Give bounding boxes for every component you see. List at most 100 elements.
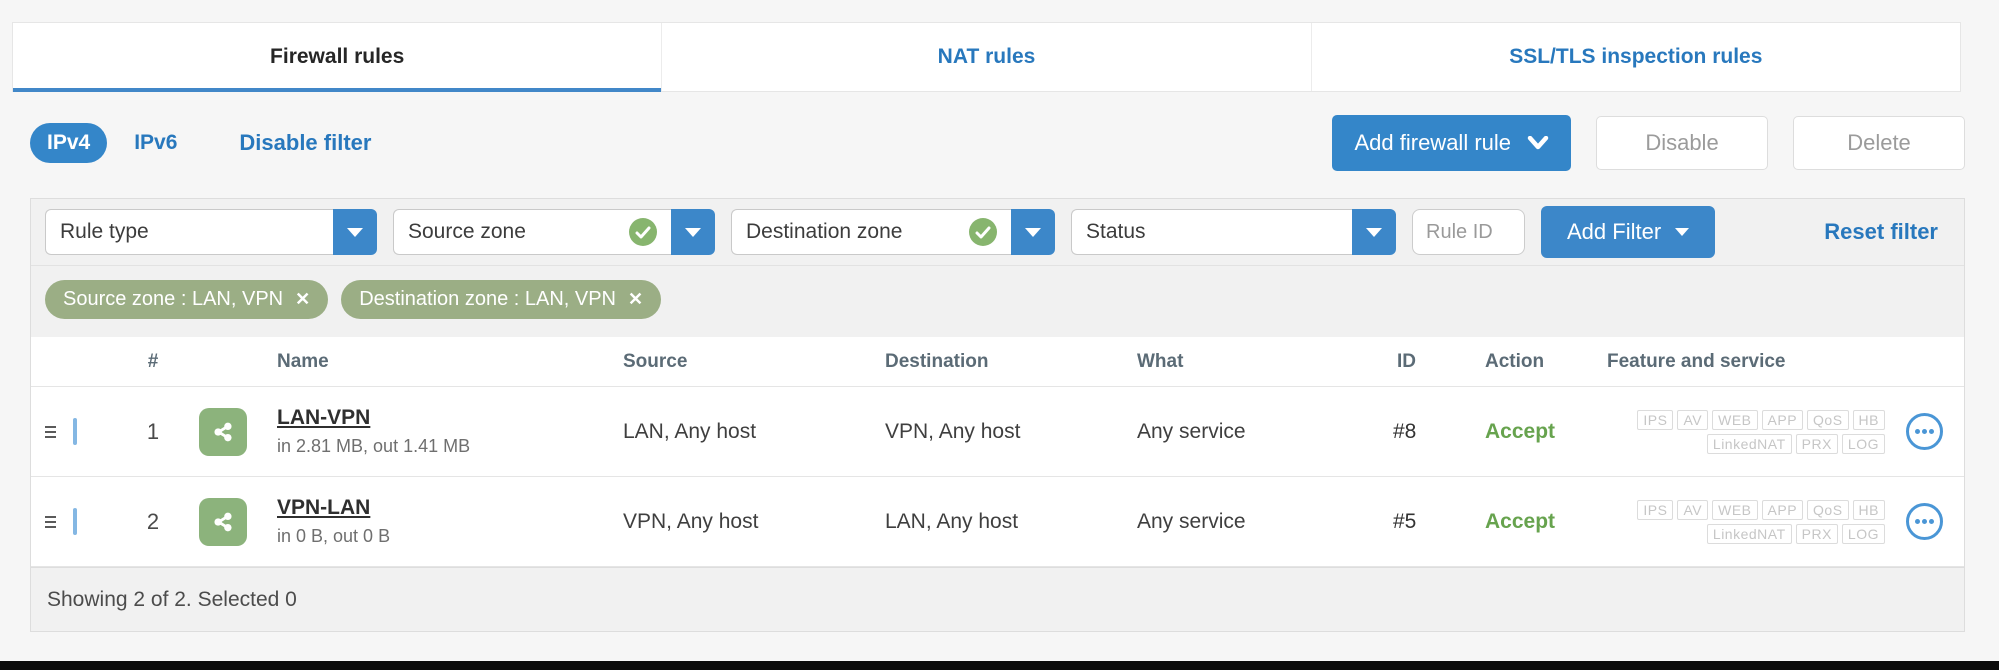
header-name: Name (263, 351, 623, 373)
feature-badges: IPS AV WEB APP QoS HB LinkedNAT PRX LOG (1585, 410, 1885, 454)
feature-badge: HB (1853, 500, 1885, 520)
destination-zone-filter: Destination zone (731, 209, 1055, 255)
destination-zone-chip[interactable]: Destination zone : LAN, VPN ✕ (341, 280, 661, 319)
caret-down-icon (1366, 228, 1382, 237)
rule-type-filter: Rule type (45, 209, 377, 255)
rule-type-select[interactable]: Rule type (45, 209, 333, 255)
feature-badge: HB (1853, 410, 1885, 430)
drag-handle-icon[interactable] (45, 426, 56, 438)
feature-badge: WEB (1712, 410, 1757, 430)
drag-handle-icon[interactable] (45, 516, 56, 528)
ipv6-toggle[interactable]: IPv6 (134, 131, 177, 155)
row-checkbox[interactable] (73, 508, 77, 535)
caret-down-icon (347, 228, 363, 237)
feature-badge: LOG (1842, 524, 1885, 544)
table-row: 2 VPN-LAN in 0 B, out 0 B VPN, Any host … (31, 477, 1964, 567)
add-filter-label: Add Filter (1567, 219, 1661, 245)
feature-badge: WEB (1712, 500, 1757, 520)
rule-type-tabs: Firewall rules NAT rules SSL/TLS inspect… (12, 22, 1961, 92)
rule-name-link[interactable]: VPN-LAN (277, 496, 370, 519)
status-select[interactable]: Status (1071, 209, 1352, 255)
disable-button[interactable]: Disable (1596, 116, 1768, 170)
close-icon[interactable]: ✕ (295, 289, 310, 310)
table-header: # Name Source Destination What ID Action… (31, 337, 1964, 387)
more-actions-icon[interactable] (1906, 413, 1943, 450)
source-zone-filter: Source zone (393, 209, 715, 255)
feature-badge: LOG (1842, 434, 1885, 454)
rule-what: Any service (1137, 420, 1389, 444)
close-icon[interactable]: ✕ (628, 289, 643, 310)
caret-down-icon (1025, 228, 1041, 237)
header-action: Action (1485, 351, 1585, 373)
status-filter: Status (1071, 209, 1396, 255)
tab-ssl-tls-inspection-rules[interactable]: SSL/TLS inspection rules (1311, 23, 1960, 91)
feature-badge: PRX (1796, 434, 1838, 454)
add-firewall-rule-button[interactable]: Add firewall rule (1332, 115, 1571, 171)
rule-what: Any service (1137, 510, 1389, 534)
destination-zone-label: Destination zone (746, 220, 902, 244)
check-circle-icon (969, 218, 997, 246)
source-zone-chip-label: Source zone : LAN, VPN (63, 288, 283, 311)
row-checkbox[interactable] (73, 418, 77, 445)
status-dropdown-button[interactable] (1352, 209, 1396, 255)
showing-count-text: Showing 2 of 2. Selected 0 (47, 588, 297, 612)
delete-button[interactable]: Delete (1793, 116, 1965, 170)
table-row: 1 LAN-VPN in 2.81 MB, out 1.41 MB LAN, A… (31, 387, 1964, 477)
header-destination: Destination (885, 351, 1137, 373)
add-firewall-rule-label: Add firewall rule (1354, 130, 1511, 156)
rule-source: VPN, Any host (623, 510, 885, 534)
filter-bar: Rule type Source zone Destination zone (31, 199, 1964, 265)
reset-filter-link[interactable]: Reset filter (1824, 219, 1938, 245)
feature-badge: PRX (1796, 524, 1838, 544)
tab-firewall-rules[interactable]: Firewall rules (13, 23, 661, 91)
chevron-down-icon (1527, 136, 1549, 150)
add-filter-button[interactable]: Add Filter (1541, 206, 1715, 258)
rule-name-link[interactable]: LAN-VPN (277, 406, 370, 429)
feature-badge: AV (1677, 410, 1708, 430)
network-rule-share-icon[interactable] (199, 408, 247, 456)
source-zone-dropdown-button[interactable] (671, 209, 715, 255)
network-rule-share-icon[interactable] (199, 498, 247, 546)
header-number: # (125, 351, 181, 373)
window-bottom-edge (0, 661, 1999, 670)
rule-traffic: in 2.81 MB, out 1.41 MB (277, 436, 623, 457)
header-feature-and-service: Feature and service (1585, 351, 1885, 373)
source-zone-select[interactable]: Source zone (393, 209, 671, 255)
row-number: 1 (125, 419, 181, 445)
ipv4-toggle[interactable]: IPv4 (30, 123, 107, 163)
destination-zone-dropdown-button[interactable] (1011, 209, 1055, 255)
destination-zone-select[interactable]: Destination zone (731, 209, 1011, 255)
toolbar: IPv4 IPv6 Disable filter Add firewall ru… (30, 112, 1965, 174)
rule-action: Accept (1485, 510, 1585, 534)
status-label: Status (1086, 220, 1146, 244)
check-circle-icon (629, 218, 657, 246)
rule-destination: LAN, Any host (885, 510, 1137, 534)
feature-badge: LinkedNAT (1707, 524, 1792, 544)
source-zone-chip[interactable]: Source zone : LAN, VPN ✕ (45, 280, 328, 319)
caret-down-icon (685, 228, 701, 237)
disable-filter-link[interactable]: Disable filter (239, 130, 371, 156)
rule-traffic: in 0 B, out 0 B (277, 526, 623, 547)
tab-nat-rules[interactable]: NAT rules (661, 23, 1310, 91)
feature-badge: APP (1762, 410, 1804, 430)
caret-down-icon (1675, 228, 1689, 236)
rule-id: #8 (1389, 420, 1485, 444)
rule-source: LAN, Any host (623, 420, 885, 444)
feature-badge: LinkedNAT (1707, 434, 1792, 454)
feature-badge: APP (1762, 500, 1804, 520)
more-actions-icon[interactable] (1906, 503, 1943, 540)
header-what: What (1137, 351, 1389, 373)
source-zone-label: Source zone (408, 220, 526, 244)
rule-type-dropdown-button[interactable] (333, 209, 377, 255)
feature-badge: AV (1677, 500, 1708, 520)
destination-zone-chip-label: Destination zone : LAN, VPN (359, 288, 616, 311)
feature-badge: QoS (1807, 500, 1849, 520)
feature-badge: IPS (1637, 410, 1673, 430)
feature-badge: QoS (1807, 410, 1849, 430)
rule-id-input[interactable] (1412, 209, 1525, 255)
rule-destination: VPN, Any host (885, 420, 1137, 444)
header-source: Source (623, 351, 885, 373)
rule-type-label: Rule type (60, 220, 149, 244)
active-filter-chips: Source zone : LAN, VPN ✕ Destination zon… (31, 265, 1964, 337)
header-id: ID (1389, 351, 1485, 373)
